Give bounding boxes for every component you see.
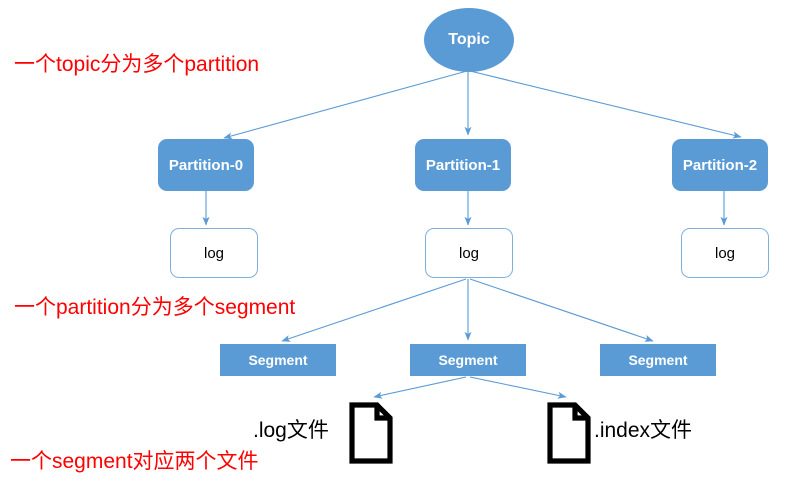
segment-node-1[interactable]: Segment: [410, 344, 526, 376]
partition-node-0[interactable]: Partition-0: [158, 139, 254, 191]
log-label: log: [203, 244, 225, 262]
document-icon-log[interactable]: [349, 402, 393, 464]
partition-node-2[interactable]: Partition-2: [672, 139, 768, 191]
segment-label: Segment: [248, 352, 308, 368]
segment-node-0[interactable]: Segment: [220, 344, 336, 376]
edge-segment-to-files: [373, 376, 567, 399]
log-node-0[interactable]: log: [170, 228, 258, 278]
partition-node-1[interactable]: Partition-1: [415, 139, 511, 191]
segment-label: Segment: [438, 352, 498, 368]
document-icon-index[interactable]: [547, 402, 591, 464]
annotation-segment-files: 一个segment对应两个文件: [10, 450, 259, 473]
file-label-index: .index文件: [594, 419, 693, 442]
topic-label: Topic: [448, 31, 490, 48]
log-node-1[interactable]: log: [425, 228, 513, 278]
annotation-partition-segment: 一个partition分为多个segment: [14, 296, 296, 319]
partition-label: Partition-0: [168, 156, 244, 174]
segment-node-2[interactable]: Segment: [600, 344, 716, 376]
file-label-log: .log文件: [253, 419, 329, 442]
diagram-canvas: Topic Partition-0 Partition-1 Partition-…: [0, 0, 806, 502]
partition-label: Partition-2: [682, 156, 758, 174]
partition-label: Partition-1: [425, 156, 501, 174]
log-label: log: [458, 244, 480, 262]
edge-log-to-segments: [281, 278, 654, 342]
log-node-2[interactable]: log: [681, 228, 769, 278]
topic-node[interactable]: Topic: [424, 8, 514, 72]
edge-topic-to-partitions: [223, 70, 742, 140]
log-label: log: [714, 244, 736, 262]
segment-label: Segment: [628, 352, 688, 368]
annotation-topic-partition: 一个topic分为多个partition: [14, 53, 260, 76]
edge-partitions-to-logs: [202, 191, 728, 226]
